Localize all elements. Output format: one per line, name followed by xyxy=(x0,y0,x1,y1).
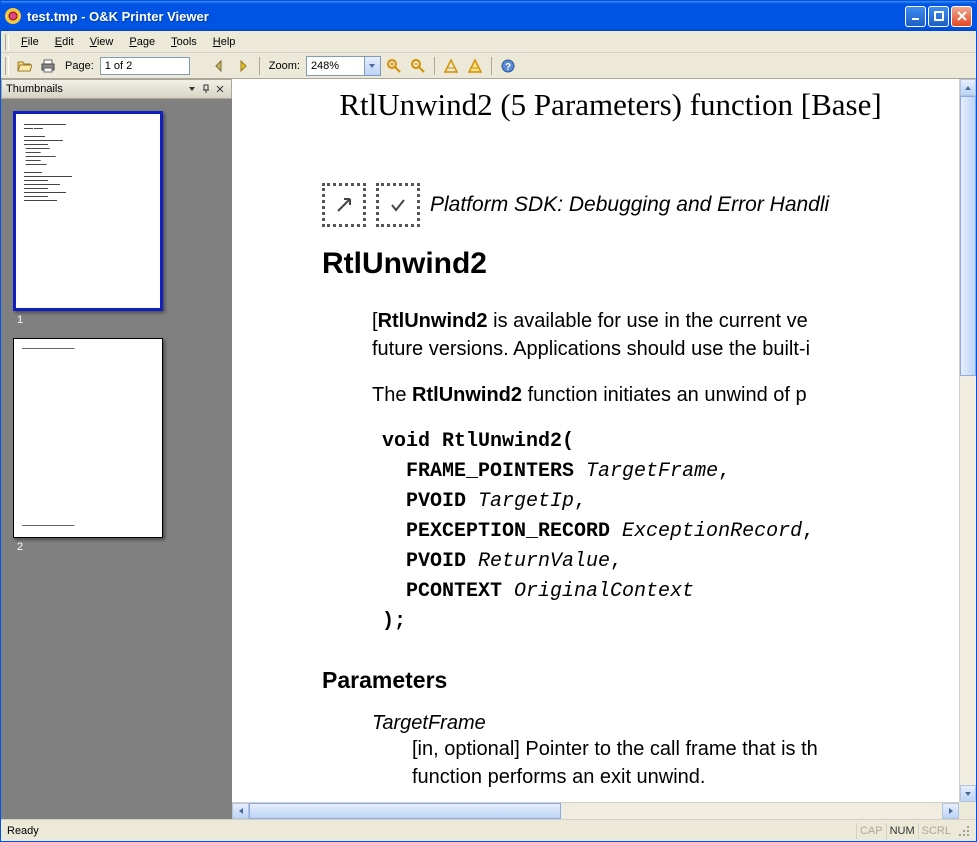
menu-page[interactable]: Page xyxy=(121,34,163,50)
sdk-text: Platform SDK: Debugging and Error Handli xyxy=(430,193,829,217)
status-text: Ready xyxy=(7,825,856,837)
close-button[interactable] xyxy=(951,6,972,27)
toolbar-separator xyxy=(259,57,260,75)
menu-help[interactable]: Help xyxy=(205,34,244,50)
menu-tools[interactable]: Tools xyxy=(163,34,205,50)
zoom-out-button[interactable] xyxy=(407,55,429,77)
param-name-1: TargetFrame xyxy=(372,712,959,735)
window-title: test.tmp - O&K Printer Viewer xyxy=(27,9,905,24)
status-scrl: SCRL xyxy=(918,823,954,839)
expand-icon xyxy=(322,183,366,227)
titlebar: test.tmp - O&K Printer Viewer xyxy=(1,1,976,31)
thumbnails-panel: Thumbnails ▬▬▬▬▬▬▬▬▬▬▬▬▬▬▬▬▬ ▬▬▬▬▬▬▬▬▬▬▬… xyxy=(1,79,232,819)
page-label: Page: xyxy=(61,60,98,72)
scroll-right-icon[interactable] xyxy=(942,803,959,819)
thumbnail-label: 1 xyxy=(13,314,220,326)
status-cap: CAP xyxy=(856,823,886,839)
thumbnail-label: 2 xyxy=(13,541,220,553)
scroll-up-icon[interactable] xyxy=(960,79,976,96)
help-button[interactable]: ? xyxy=(497,55,519,77)
next-page-button[interactable] xyxy=(232,55,254,77)
scroll-down-icon[interactable] xyxy=(960,785,976,802)
find-button[interactable] xyxy=(440,55,462,77)
thumbnails-header: Thumbnails xyxy=(1,79,232,99)
code-block: void RtlUnwind2( FRAME_POINTERS TargetFr… xyxy=(382,427,959,637)
chevron-down-icon[interactable] xyxy=(364,57,380,75)
checkmark-icon xyxy=(376,183,420,227)
thumbnails-title: Thumbnails xyxy=(6,83,185,95)
prev-page-button[interactable] xyxy=(208,55,230,77)
thumbnail-page-1[interactable]: ▬▬▬▬▬▬▬▬▬▬▬▬▬▬▬▬▬ ▬▬▬▬▬▬▬▬▬▬▬▬▬▬▬▬▬▬▬▬▬▬… xyxy=(13,111,220,326)
menubar: File Edit View Page Tools Help xyxy=(1,31,976,53)
scroll-left-icon[interactable] xyxy=(232,803,249,819)
page-title: RtlUnwind2 (5 Parameters) function [Base… xyxy=(262,87,959,123)
param-desc-1: [in, optional] Pointer to the call frame… xyxy=(412,735,959,791)
paragraph-2: The RtlUnwind2 function initiates an unw… xyxy=(372,381,959,409)
scroll-track-h[interactable] xyxy=(249,803,942,819)
zoom-combo[interactable]: 248% xyxy=(306,56,381,76)
thumbnail-page-2[interactable]: ▬▬▬▬▬▬▬▬▬▬▬▬▬▬▬▬▬▬▬▬▬▬▬▬▬▬▬▬▬▬▬▬▬▬▬▬▬▬▬▬… xyxy=(13,338,220,553)
menu-file[interactable]: File xyxy=(13,34,47,50)
scroll-track-v[interactable] xyxy=(960,96,976,785)
toolbar-separator-3 xyxy=(491,57,492,75)
scroll-thumb-h[interactable] xyxy=(249,803,561,819)
scroll-thumb-v[interactable] xyxy=(960,96,976,376)
zoom-in-button[interactable] xyxy=(383,55,405,77)
page-input[interactable] xyxy=(100,57,190,75)
open-button[interactable] xyxy=(13,55,35,77)
scroll-corner xyxy=(959,802,976,819)
zoom-value: 248% xyxy=(311,60,339,72)
svg-text:?: ? xyxy=(505,62,511,73)
zoom-label: Zoom: xyxy=(265,60,304,72)
find-next-button[interactable] xyxy=(464,55,486,77)
document-content: RtlUnwind2 (5 Parameters) function [Base… xyxy=(232,79,959,802)
workspace: Thumbnails ▬▬▬▬▬▬▬▬▬▬▬▬▬▬▬▬▬ ▬▬▬▬▬▬▬▬▬▬▬… xyxy=(1,79,976,819)
toolbar-separator-2 xyxy=(434,57,435,75)
horizontal-scrollbar[interactable] xyxy=(232,802,959,819)
app-icon xyxy=(5,8,21,24)
pin-icon[interactable] xyxy=(199,82,213,96)
resize-grip[interactable] xyxy=(954,825,970,837)
maximize-button[interactable] xyxy=(928,6,949,27)
paragraph-1: [RtlUnwind2 is available for use in the … xyxy=(372,307,959,363)
toolbar-grip[interactable] xyxy=(5,57,9,75)
menu-view[interactable]: View xyxy=(82,34,122,50)
document-area: RtlUnwind2 (5 Parameters) function [Base… xyxy=(232,79,976,819)
panel-menu-icon[interactable] xyxy=(185,82,199,96)
heading-1: RtlUnwind2 xyxy=(322,247,959,281)
status-num: NUM xyxy=(886,823,918,839)
minimize-button[interactable] xyxy=(905,6,926,27)
sdk-row: Platform SDK: Debugging and Error Handli xyxy=(322,183,959,227)
thumbnails-body: ▬▬▬▬▬▬▬▬▬▬▬▬▬▬▬▬▬ ▬▬▬▬▬▬▬▬▬▬▬▬▬▬▬▬▬▬▬▬▬▬… xyxy=(1,99,232,819)
panel-close-icon[interactable] xyxy=(213,82,227,96)
vertical-scrollbar[interactable] xyxy=(959,79,976,802)
heading-parameters: Parameters xyxy=(322,667,959,694)
menubar-grip[interactable] xyxy=(5,34,9,50)
window-controls xyxy=(905,6,972,27)
statusbar: Ready CAP NUM SCRL xyxy=(1,819,976,841)
menu-edit[interactable]: Edit xyxy=(47,34,82,50)
toolbar: Page: Zoom: 248% ? xyxy=(1,53,976,79)
print-button[interactable] xyxy=(37,55,59,77)
